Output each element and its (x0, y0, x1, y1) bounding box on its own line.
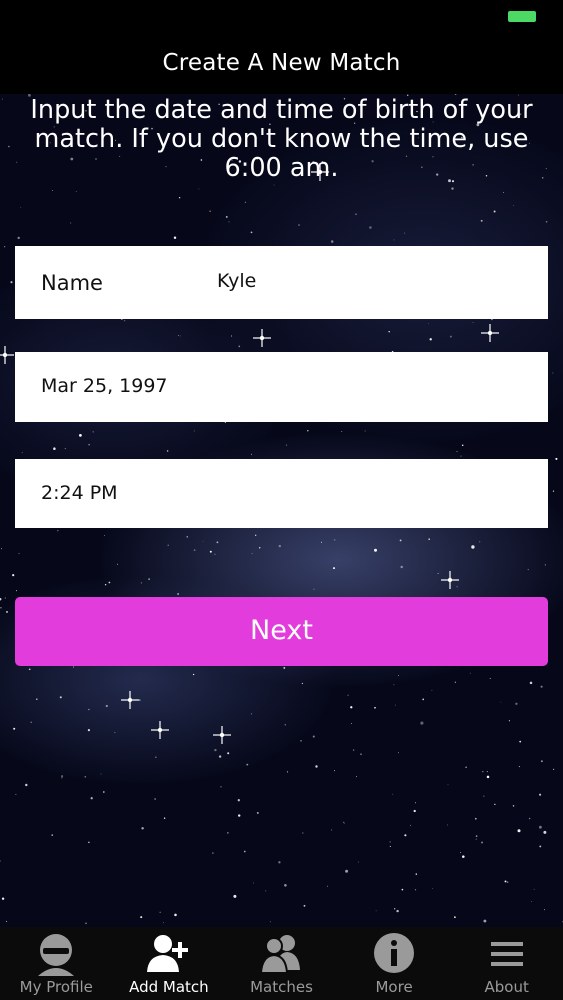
name-field[interactable]: Name Kyle (15, 246, 548, 319)
people-icon (260, 935, 301, 974)
name-input[interactable]: Kyle (217, 270, 256, 292)
tab-label: Add Match (129, 978, 209, 996)
tab-label: More (375, 978, 413, 996)
tab-label: About (484, 978, 529, 996)
tab-more[interactable]: More (338, 927, 451, 1000)
tab-matches[interactable]: Matches (225, 927, 338, 1000)
add-user-icon (146, 935, 188, 972)
page-title: Create A New Match (162, 50, 401, 76)
menu-icon (490, 942, 523, 966)
profile-icon (38, 934, 75, 976)
birth-time-value[interactable]: 2:24 PM (41, 482, 118, 504)
tab-about[interactable]: About (450, 927, 563, 1000)
battery-icon (508, 11, 536, 22)
instructions-text: Input the date and time of birth of your… (30, 95, 533, 183)
name-label: Name (41, 271, 103, 295)
tab-my-profile[interactable]: My Profile (0, 927, 113, 1000)
tab-label: My Profile (19, 978, 93, 996)
next-button[interactable]: Next (15, 597, 548, 666)
birth-date-value[interactable]: Mar 25, 1997 (41, 375, 168, 397)
tab-bar: My Profile Add Match Matches More About (0, 927, 563, 1000)
app-header: Create A New Match (0, 0, 563, 94)
birth-date-field[interactable]: Mar 25, 1997 (15, 352, 548, 422)
tab-label: Matches (250, 978, 313, 996)
info-icon (374, 933, 415, 973)
tab-add-match[interactable]: Add Match (113, 927, 226, 1000)
birth-time-field[interactable]: 2:24 PM (15, 459, 548, 528)
